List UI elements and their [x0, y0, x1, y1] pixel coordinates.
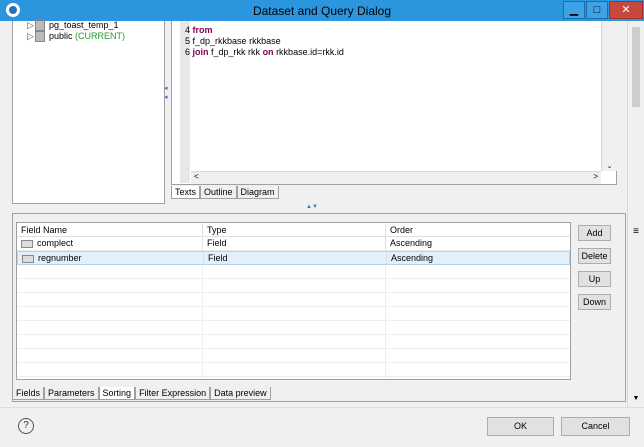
title-bar: Dataset and Query Dialog ▁ □ ✕ — [0, 0, 644, 21]
column-header-order[interactable]: Order — [386, 224, 570, 236]
bottom-tab-bar: Fields Parameters Sorting Filter Express… — [12, 387, 271, 400]
scroll-down-arrow-icon[interactable]: ⌄ — [602, 162, 617, 170]
dialog-scroll-thumb[interactable] — [632, 27, 640, 107]
panel-splitter-arrows[interactable]: ◂ ◂ — [164, 84, 169, 102]
tab-texts[interactable]: Texts — [171, 186, 201, 199]
add-button[interactable]: Add — [578, 225, 611, 241]
tab-fields[interactable]: Fields — [12, 387, 45, 400]
expand-arrow-icon[interactable]: ▷ — [27, 20, 35, 31]
schema-icon — [35, 20, 45, 32]
tab-sorting[interactable]: Sorting — [98, 387, 136, 400]
help-icon[interactable]: ? — [18, 418, 34, 434]
grid-empty-rows — [17, 265, 570, 379]
scroll-down-arrow-icon[interactable]: ▼ — [628, 395, 644, 402]
tab-outline[interactable]: Outline — [200, 186, 237, 199]
grid-column-divider — [202, 265, 203, 379]
up-button[interactable]: Up — [578, 271, 611, 287]
field-icon — [22, 254, 34, 263]
ok-button[interactable]: OK — [487, 417, 554, 436]
footer-separator — [0, 407, 644, 408]
menu-grip-icon[interactable]: ≡ — [628, 226, 644, 237]
field-icon — [21, 239, 33, 248]
schema-tree-panel: ▷ pg_toast_temp_1 ▷ public (CURRENT) — [12, 20, 165, 204]
column-header-type[interactable]: Type — [203, 224, 386, 236]
editor-horizontal-scrollbar[interactable]: < > — [191, 171, 601, 184]
tab-filter-expression[interactable]: Filter Expression — [135, 387, 211, 400]
horizontal-splitter-arrows[interactable]: ▲▼ — [306, 204, 318, 210]
grid-column-divider — [385, 265, 386, 379]
tab-diagram[interactable]: Diagram — [236, 186, 279, 199]
tab-data-preview[interactable]: Data preview — [210, 387, 271, 400]
close-button[interactable]: ✕ — [609, 1, 643, 19]
editor-tab-bar: Texts Outline Diagram — [171, 186, 279, 199]
grid-header: Field Name Type Order — [17, 224, 570, 237]
tree-item[interactable]: ▷ public (CURRENT) — [27, 31, 125, 43]
sql-line: 4 from — [185, 25, 213, 35]
tab-parameters[interactable]: Parameters — [44, 387, 99, 400]
dialog-vertical-scrollbar[interactable]: ≡ ▼ — [627, 21, 644, 407]
maximize-button[interactable]: □ — [586, 1, 608, 19]
window-title: Dataset and Query Dialog — [252, 4, 392, 18]
sql-line: 5 f_dp_rkkbase rkkbase — [185, 36, 281, 46]
editor-vertical-scrollbar[interactable]: ⌄ — [601, 21, 617, 171]
down-button[interactable]: Down — [578, 294, 611, 310]
sql-line: 6 join f_dp_rkk rkk on rkkbase.id=rkk.id — [185, 47, 344, 57]
table-row[interactable]: complect Field Ascending — [17, 237, 570, 251]
table-row-selected[interactable]: regnumber Field Ascending — [17, 251, 570, 265]
expand-arrow-icon[interactable]: ▷ — [27, 31, 35, 42]
column-header-field-name[interactable]: Field Name — [17, 224, 203, 236]
scroll-left-arrow-icon[interactable]: < — [194, 172, 199, 181]
scroll-right-arrow-icon[interactable]: > — [593, 172, 598, 181]
cancel-button[interactable]: Cancel — [561, 417, 630, 436]
delete-button[interactable]: Delete — [578, 248, 611, 264]
schema-icon — [35, 31, 45, 43]
minimize-button[interactable]: ▁ — [563, 1, 585, 19]
